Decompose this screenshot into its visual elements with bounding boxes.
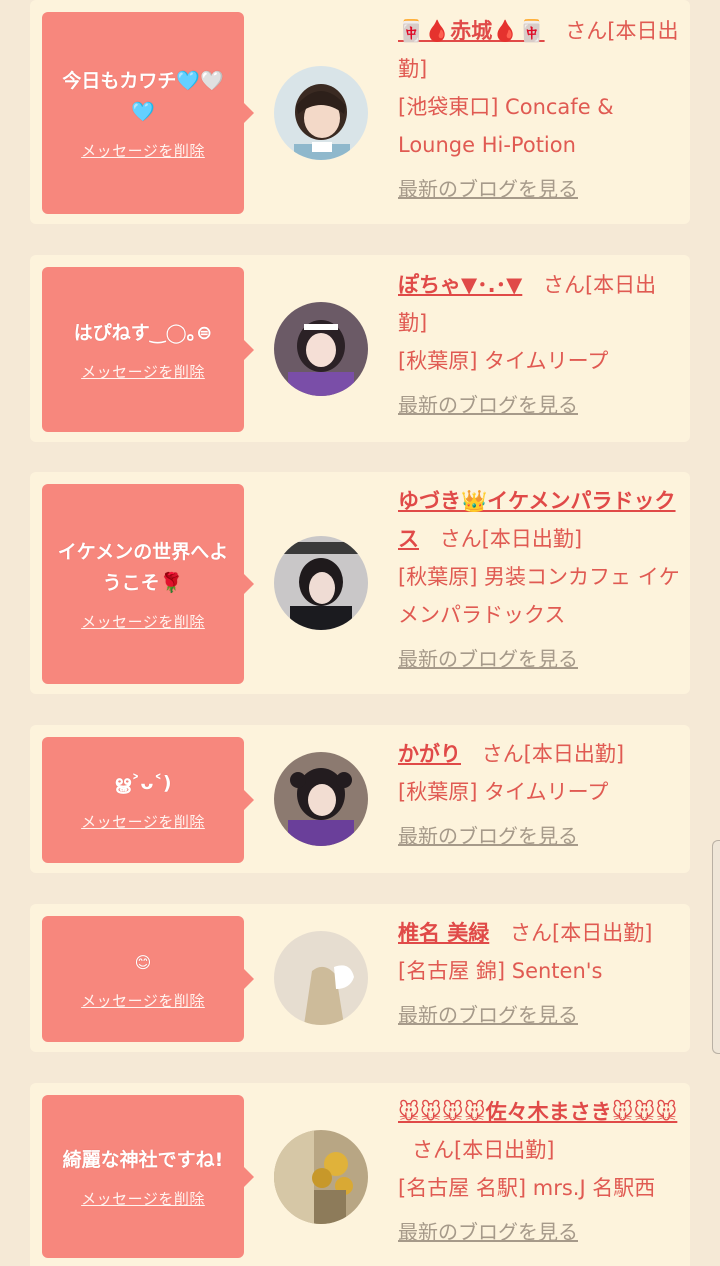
message-text: 😊	[134, 953, 152, 972]
view-latest-blog-link[interactable]: 最新のブログを見る	[398, 170, 578, 208]
avatar-photo	[274, 931, 368, 1025]
shop-name: [池袋東口] Concafe & Lounge Hi-Potion	[398, 95, 614, 157]
view-latest-blog-link[interactable]: 最新のブログを見る	[398, 386, 578, 424]
message-bubble: 😊 メッセージを削除	[42, 916, 254, 1042]
shop-name: [名古屋 名駅] mrs.J 名駅西	[398, 1176, 656, 1200]
avatar-photo	[274, 302, 368, 396]
avatar-photo	[274, 1130, 368, 1224]
delete-message-link[interactable]: メッセージを削除	[81, 990, 205, 1011]
cast-name-link[interactable]: 🀄🩸赤城🩸🀄	[398, 19, 545, 43]
message-list: 今日もカワチ🩵🤍🩵 メッセージを削除 🀄🩸赤城🩸🀄 さん[本日出勤] [池袋東口…	[0, 0, 720, 1266]
message-bubble: ൠ˃ᴗ˂) メッセージを削除	[42, 737, 254, 863]
avatar[interactable]	[274, 931, 368, 1025]
delete-message-link[interactable]: メッセージを削除	[81, 1188, 205, 1209]
message-text: イケメンの世界へようこそ🌹	[57, 540, 229, 594]
message-card: 😊 メッセージを削除 椎名 美緑 さん[本日出勤] [名古屋 錦] Senten…	[30, 904, 690, 1052]
cast-info: 🀄🩸赤城🩸🀄 さん[本日出勤] [池袋東口] Concafe & Lounge …	[398, 12, 682, 208]
shop-name: [秋葉原] タイムリープ	[398, 780, 609, 804]
avatar[interactable]	[274, 302, 368, 396]
view-latest-blog-link[interactable]: 最新のブログを見る	[398, 640, 578, 678]
cast-name-link[interactable]: ぽちゃ▼･.･▼	[398, 273, 522, 297]
cast-status: さん[本日出勤]	[510, 921, 653, 945]
cast-name-link[interactable]: 椎名 美緑	[398, 921, 489, 945]
delete-message-link[interactable]: メッセージを削除	[81, 811, 205, 832]
scrollbar-thumb[interactable]	[712, 840, 720, 1054]
message-card: はぴねす‿◯｡⊜ メッセージを削除 ぽちゃ▼･.･▼ さん[本日出勤] [秋葉原…	[30, 255, 690, 442]
message-bubble: 今日もカワチ🩵🤍🩵 メッセージを削除	[42, 12, 254, 214]
message-text: ൠ˃ᴗ˂)	[114, 772, 172, 794]
avatar-photo	[274, 752, 368, 846]
message-card: イケメンの世界へようこそ🌹 メッセージを削除 ゆづき👑イケメンパラドックス さん…	[30, 472, 690, 694]
shop-name: [秋葉原] タイムリープ	[398, 349, 609, 373]
cast-name-link[interactable]: かがり	[398, 742, 461, 766]
message-bubble: 綺麗な神社ですね! メッセージを削除	[42, 1095, 254, 1258]
message-text: 今日もカワチ🩵🤍🩵	[62, 69, 224, 123]
message-card: ൠ˃ᴗ˂) メッセージを削除 かがり さん[本日出勤] [秋葉原] タイムリープ…	[30, 725, 690, 873]
message-bubble: はぴねす‿◯｡⊜ メッセージを削除	[42, 267, 254, 432]
shop-name: [名古屋 錦] Senten's	[398, 959, 603, 983]
cast-info: 🐭🐭🐭🐭佐々木まさき🐭🐭🐭 さん[本日出勤] [名古屋 名駅] mrs.J 名駅…	[398, 1093, 682, 1251]
delete-message-link[interactable]: メッセージを削除	[81, 140, 205, 161]
avatar[interactable]	[274, 752, 368, 846]
message-card: 綺麗な神社ですね! メッセージを削除 🐭🐭🐭🐭佐々木まさき🐭🐭🐭 さん[本日出勤…	[30, 1083, 690, 1266]
view-latest-blog-link[interactable]: 最新のブログを見る	[398, 996, 578, 1034]
cast-status: さん[本日出勤]	[412, 1138, 555, 1162]
avatar[interactable]	[274, 1130, 368, 1224]
view-latest-blog-link[interactable]: 最新のブログを見る	[398, 817, 578, 855]
message-text: 綺麗な神社ですね!	[62, 1148, 224, 1171]
cast-status: さん[本日出勤]	[439, 527, 583, 551]
cast-info: ゆづき👑イケメンパラドックス さん[本日出勤] [秋葉原] 男装コンカフェ イケ…	[398, 482, 682, 678]
avatar[interactable]	[274, 536, 368, 630]
cast-name-link[interactable]: 🐭🐭🐭🐭佐々木まさき🐭🐭🐭	[398, 1100, 677, 1124]
message-bubble: イケメンの世界へようこそ🌹 メッセージを削除	[42, 484, 254, 684]
message-card: 今日もカワチ🩵🤍🩵 メッセージを削除 🀄🩸赤城🩸🀄 さん[本日出勤] [池袋東口…	[30, 0, 690, 224]
message-text: はぴねす‿◯｡⊜	[73, 321, 213, 344]
avatar-photo	[274, 536, 368, 630]
avatar[interactable]	[274, 66, 368, 160]
delete-message-link[interactable]: メッセージを削除	[81, 361, 205, 382]
cast-info: ぽちゃ▼･.･▼ さん[本日出勤] [秋葉原] タイムリープ 最新のブログを見る	[398, 266, 682, 424]
cast-status: さん[本日出勤]	[481, 742, 625, 766]
delete-message-link[interactable]: メッセージを削除	[81, 611, 205, 632]
cast-name-line: 🐭🐭🐭🐭佐々木まさき🐭🐭🐭 さん[本日出勤]	[398, 1093, 682, 1169]
cast-info: 椎名 美緑 さん[本日出勤] [名古屋 錦] Senten's 最新のブログを見…	[398, 914, 682, 1034]
view-latest-blog-link[interactable]: 最新のブログを見る	[398, 1213, 578, 1251]
shop-name: [秋葉原] 男装コンカフェ イケメンパラドックス	[398, 565, 680, 627]
cast-info: かがり さん[本日出勤] [秋葉原] タイムリープ 最新のブログを見る	[398, 735, 682, 855]
avatar-photo	[274, 66, 368, 160]
